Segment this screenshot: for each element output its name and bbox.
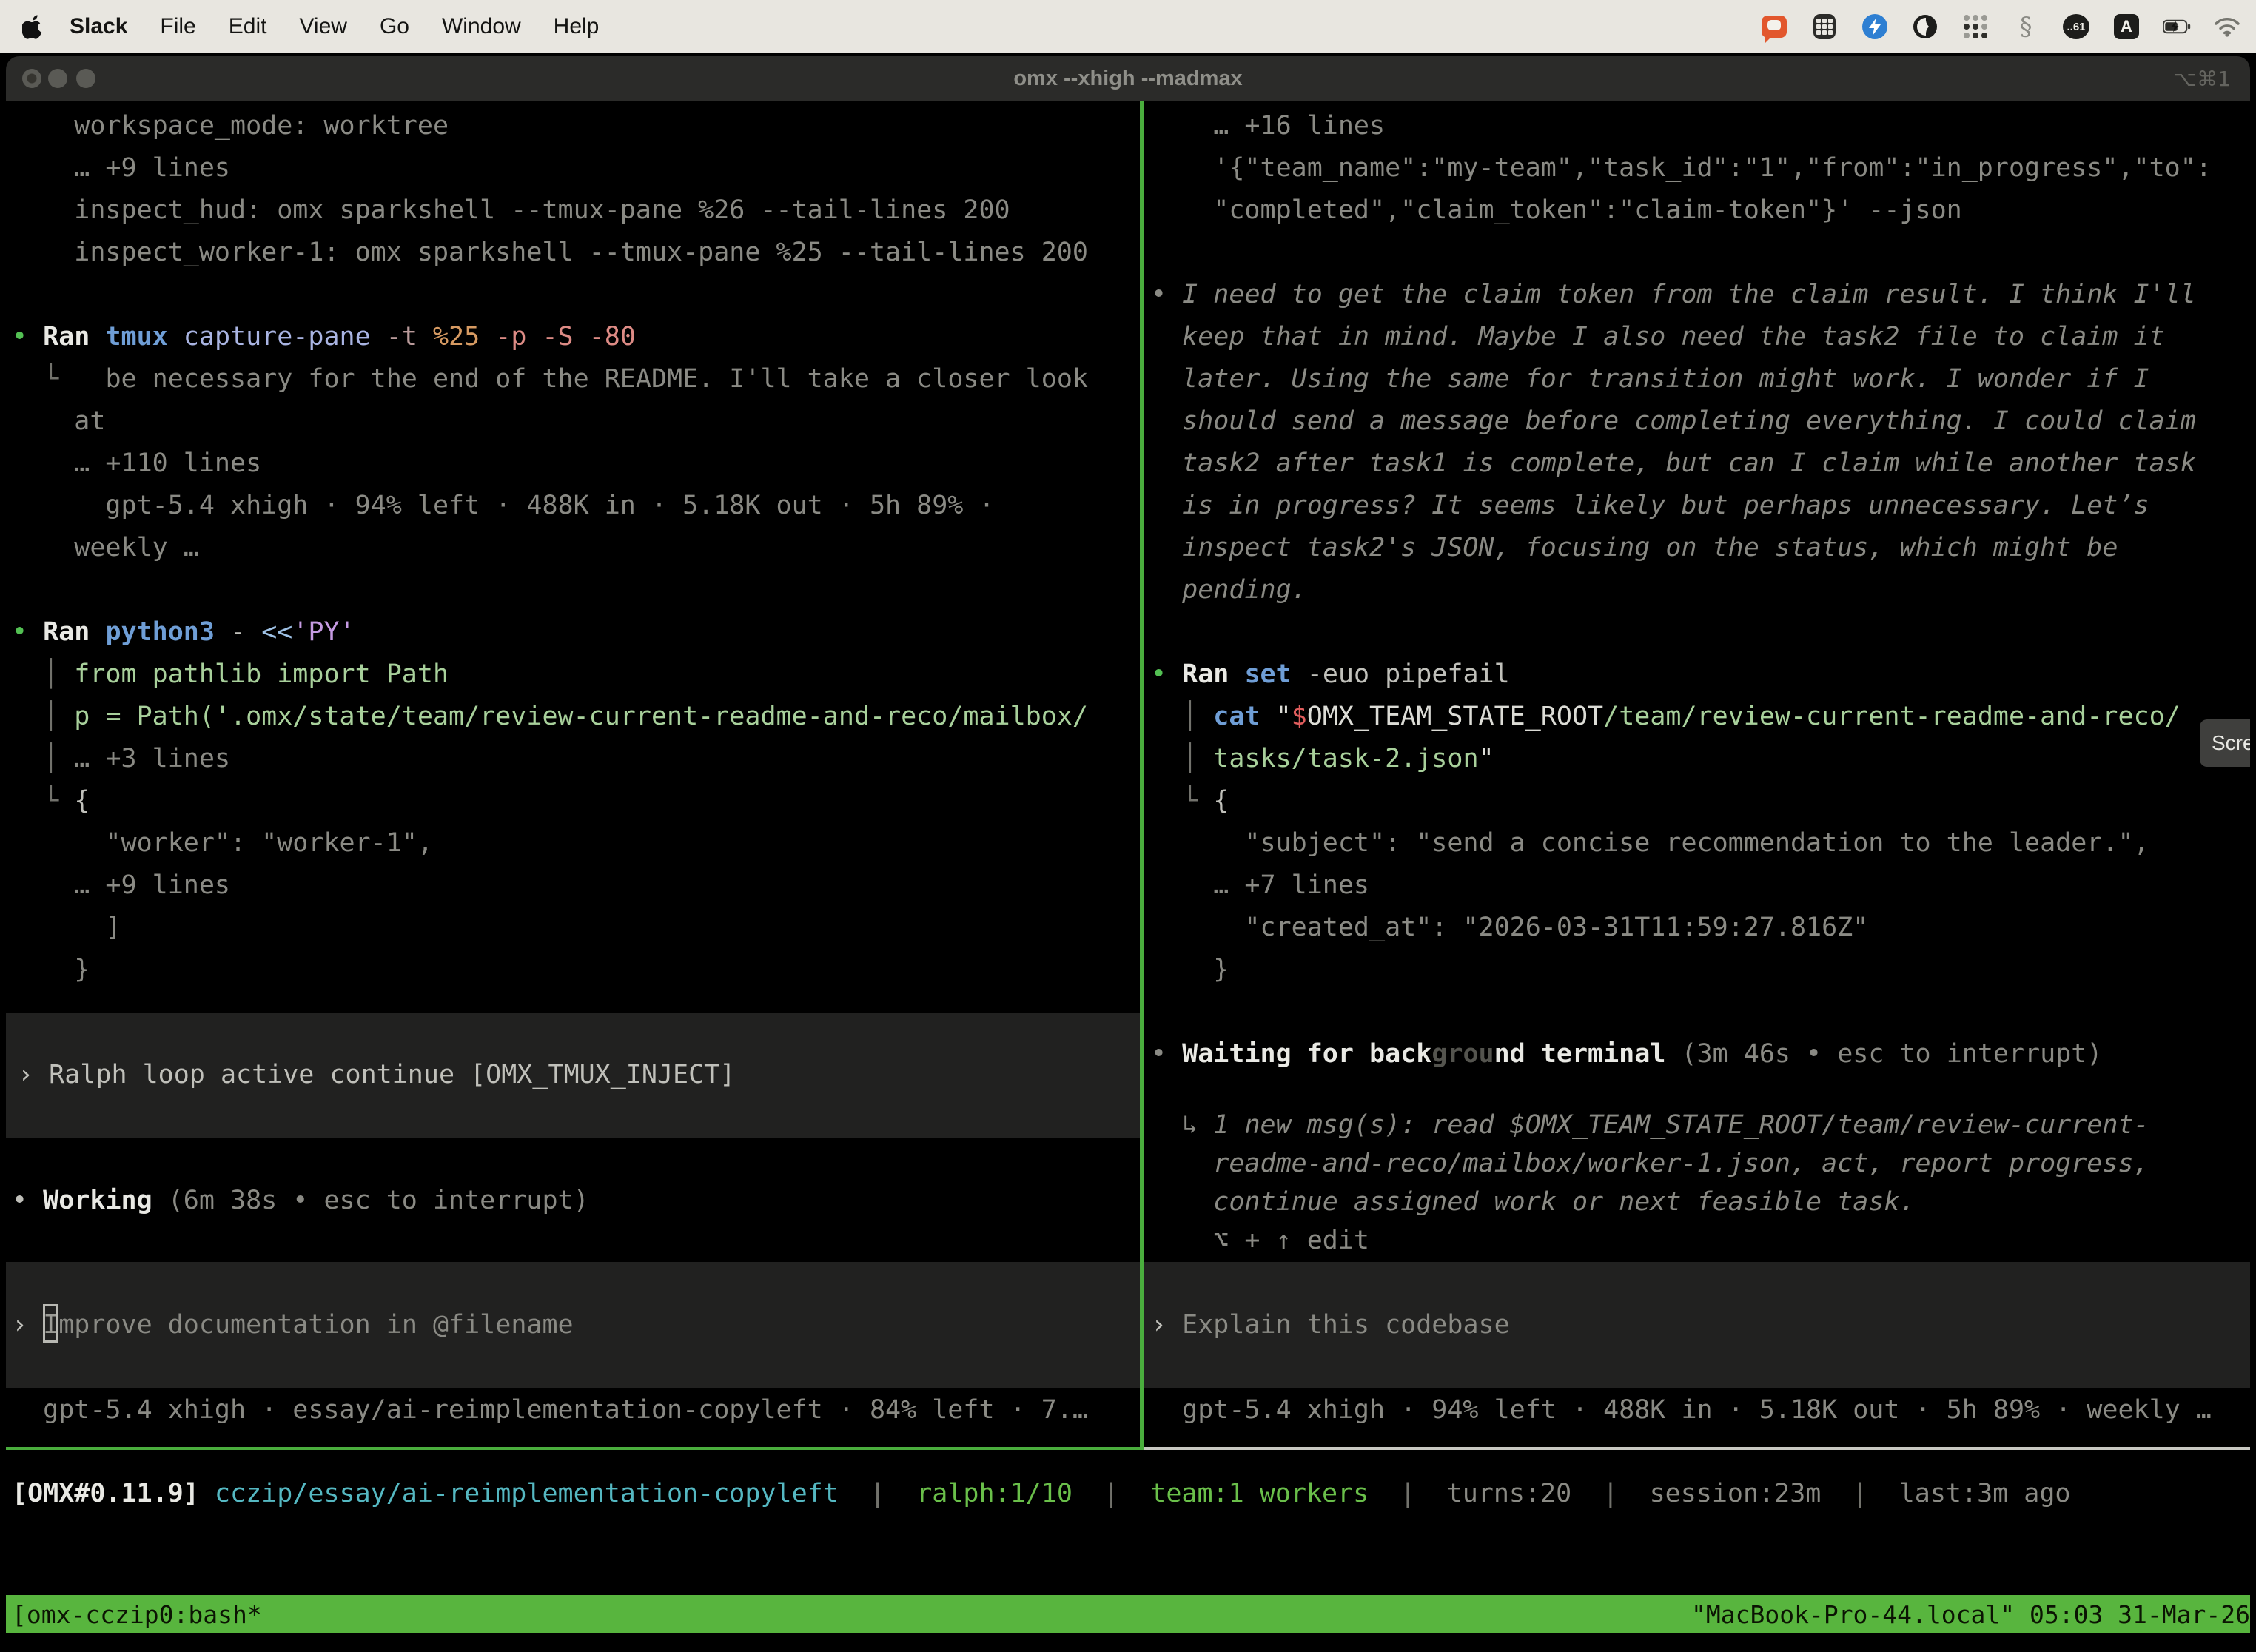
clipped-tooltip: Scre: [2200, 719, 2250, 767]
pane-bottom-border-left: [6, 1447, 1144, 1450]
terminal-line: }: [12, 949, 1140, 991]
prompt-input-line: › Explain this codebase: [1144, 1304, 1510, 1346]
omx-footer-line: [OMX#0.11.9] cczip/essay/ai-reimplementa…: [12, 1473, 2071, 1515]
grid-shield-icon[interactable]: [1810, 13, 1839, 41]
text-cursor[interactable]: I: [43, 1304, 58, 1343]
pane-status-line-right: gpt-5.4 xhigh · 94% left · 488K in · 5.1…: [1151, 1389, 2212, 1431]
model-status-line: gpt-5.4 xhigh · 94% left · 488K in · 5.1…: [1151, 1389, 2212, 1431]
menu-item-view[interactable]: View: [299, 14, 346, 39]
menu-item-file[interactable]: File: [160, 14, 195, 39]
omx-status-footer: [OMX#0.11.9] cczip/essay/ai-reimplementa…: [12, 1473, 2071, 1515]
tmux-status-bar: [omx-cczip0:bash* "MacBook-Pro-44.local"…: [6, 1595, 2250, 1633]
terminal-line: inspect task2's JSON, focusing on the st…: [1151, 527, 2250, 569]
battery-icon[interactable]: [2163, 13, 2191, 41]
window-title: omx --xhigh --madmax: [6, 56, 2250, 101]
terminal-line: └ {: [12, 780, 1140, 822]
menu-item-help[interactable]: Help: [554, 14, 600, 39]
prompt-input-line: › Improve documentation in @filename: [6, 1304, 574, 1346]
pane-divider[interactable]: [1140, 101, 1144, 1450]
badge-61-icon[interactable]: ..61: [2062, 13, 2090, 41]
terminal-scrollback-right: … +16 lines '{"team_name":"my-team","tas…: [1144, 101, 2250, 1260]
terminal-line: at: [12, 400, 1140, 443]
terminal-line: • Ran python3 - <<'PY': [12, 611, 1140, 654]
apple-menu-icon[interactable]: [22, 13, 44, 40]
terminal-line: '{"team_name":"my-team","task_id":"1","f…: [1151, 147, 2250, 189]
terminal-line: inspect_worker-1: omx sparkshell --tmux-…: [12, 232, 1140, 274]
terminal-line: └ {: [1151, 780, 2250, 822]
prompt-input-right[interactable]: › Explain this codebase: [1144, 1262, 2250, 1388]
terminal-line: is in progress? It seems likely but perh…: [1151, 485, 2250, 527]
window-title-bar[interactable]: omx --xhigh --madmax ⌥⌘1: [6, 56, 2250, 101]
hook-icon[interactable]: §: [2012, 13, 2040, 41]
terminal-line: later. Using the same for transition mig…: [1151, 358, 2250, 400]
prompt-input-left[interactable]: › Improve documentation in @filename: [6, 1262, 1140, 1388]
menu-bar-status-icons: § ..61 A: [1760, 13, 2241, 41]
pane-bottom-border-right: [1144, 1447, 2250, 1450]
menu-item-go[interactable]: Go: [380, 14, 409, 39]
model-status-line: gpt-5.4 xhigh · essay/ai-reimplementatio…: [12, 1389, 1088, 1431]
terminal-line: inspect_hud: omx sparkshell --tmux-pane …: [12, 189, 1140, 232]
terminal-line: └ be necessary for the end of the README…: [12, 358, 1140, 400]
menu-bar: Slack File Edit View Go Window Help § ..61 A: [0, 0, 2256, 53]
terminal-line: │ from pathlib import Path: [12, 654, 1140, 696]
terminal-line: should send a message before completing …: [1151, 400, 2250, 443]
terminal-window: omx --xhigh --madmax ⌥⌘1 workspace_mode:…: [6, 56, 2250, 1652]
terminal-line: "completed","claim_token":"claim-token"}…: [1151, 189, 2250, 232]
terminal-line: workspace_mode: worktree: [12, 105, 1140, 147]
terminal-line: • I need to get the claim token from the…: [1151, 274, 2250, 316]
terminal-line: [1151, 611, 2250, 654]
terminal-line: gpt-5.4 xhigh · 94% left · 488K in · 5.1…: [12, 485, 1140, 527]
tmux-pane-right[interactable]: … +16 lines '{"team_name":"my-team","tas…: [1144, 101, 2250, 1447]
menu-app-name[interactable]: Slack: [70, 14, 127, 39]
terminal-line: [1151, 232, 2250, 274]
window-shortcut-hint: ⌥⌘1: [2173, 56, 2231, 101]
terminal-line: keep that in mind. Maybe I also need the…: [1151, 316, 2250, 358]
terminal-line: }: [1151, 949, 2250, 991]
terminal-line: [1151, 991, 2250, 1033]
terminal-line: ↳ 1 new msg(s): read $OMX_TEAM_STATE_ROO…: [1151, 1106, 2250, 1144]
terminal-line: "subject": "send a concise recommendatio…: [1151, 822, 2250, 864]
terminal-line: … +16 lines: [1151, 105, 2250, 147]
terminal-line: • Ran tmux capture-pane -t %25 -p -S -80: [12, 316, 1140, 358]
terminal-line: • Ran set -euo pipefail: [1151, 654, 2250, 696]
clipped-tooltip-label: Scre: [2212, 731, 2250, 755]
tmux-pane-left[interactable]: workspace_mode: worktree … +9 lines insp…: [6, 101, 1140, 1447]
terminal-line: … +110 lines: [12, 443, 1140, 485]
terminal-line: pending.: [1151, 569, 2250, 611]
terminal-line: [12, 1138, 1140, 1180]
terminal-line: ]: [12, 907, 1140, 949]
terminal-line: ⌥ + ↑ edit: [1151, 1221, 2250, 1260]
chat-bubble-icon[interactable]: [1760, 13, 1788, 41]
menu-items: Slack File Edit View Go Window Help: [70, 14, 599, 39]
menu-item-window[interactable]: Window: [442, 14, 521, 39]
dark-crescent-icon[interactable]: [1911, 13, 1939, 41]
terminal-line: weekly …: [12, 527, 1140, 569]
terminal-scrollback-left: workspace_mode: worktree … +9 lines insp…: [6, 101, 1140, 1222]
wifi-icon[interactable]: [2213, 13, 2241, 41]
blue-bolt-icon[interactable]: [1861, 13, 1889, 41]
terminal-line: • Working (6m 38s • esc to interrupt): [12, 1180, 1140, 1222]
pane-status-line-left: gpt-5.4 xhigh · essay/ai-reimplementatio…: [12, 1389, 1088, 1431]
terminal-line: … +9 lines: [12, 147, 1140, 189]
terminal-line: "worker": "worker-1",: [12, 822, 1140, 864]
menu-item-edit[interactable]: Edit: [229, 14, 267, 39]
prompt-band-line: › Ralph loop active continue [OMX_TMUX_I…: [6, 1013, 1140, 1138]
terminal-line: │ … +3 lines: [12, 738, 1140, 780]
terminal-line: • Waiting for background terminal (3m 46…: [1151, 1033, 2250, 1075]
terminal-line: [12, 569, 1140, 611]
tmux-session-label[interactable]: [omx-cczip0:bash*: [12, 1600, 262, 1629]
terminal-line: task2 after task1 is complete, but can I…: [1151, 443, 2250, 485]
terminal-line: … +7 lines: [1151, 864, 2250, 907]
terminal-line: readme-and-reco/mailbox/worker-1.json, a…: [1151, 1144, 2250, 1183]
terminal-line: continue assigned work or next feasible …: [1151, 1183, 2250, 1221]
terminal-line: [12, 274, 1140, 316]
tmux-host-clock-label: "MacBook-Pro-44.local" 05:03 31-Mar-26: [1691, 1600, 2250, 1629]
terminal-line: "created_at": "2026-03-31T11:59:27.816Z": [1151, 907, 2250, 949]
terminal-line: … +9 lines: [12, 864, 1140, 907]
input-source-icon[interactable]: A: [2112, 13, 2141, 41]
terminal-line: │ p = Path('.omx/state/team/review-curre…: [12, 696, 1140, 738]
terminal-line: │ cat "$OMX_TEAM_STATE_ROOT/team/review-…: [1151, 696, 2250, 738]
dots-grid-icon[interactable]: [1961, 13, 1990, 41]
terminal-line: │ tasks/task-2.json": [1151, 738, 2250, 780]
